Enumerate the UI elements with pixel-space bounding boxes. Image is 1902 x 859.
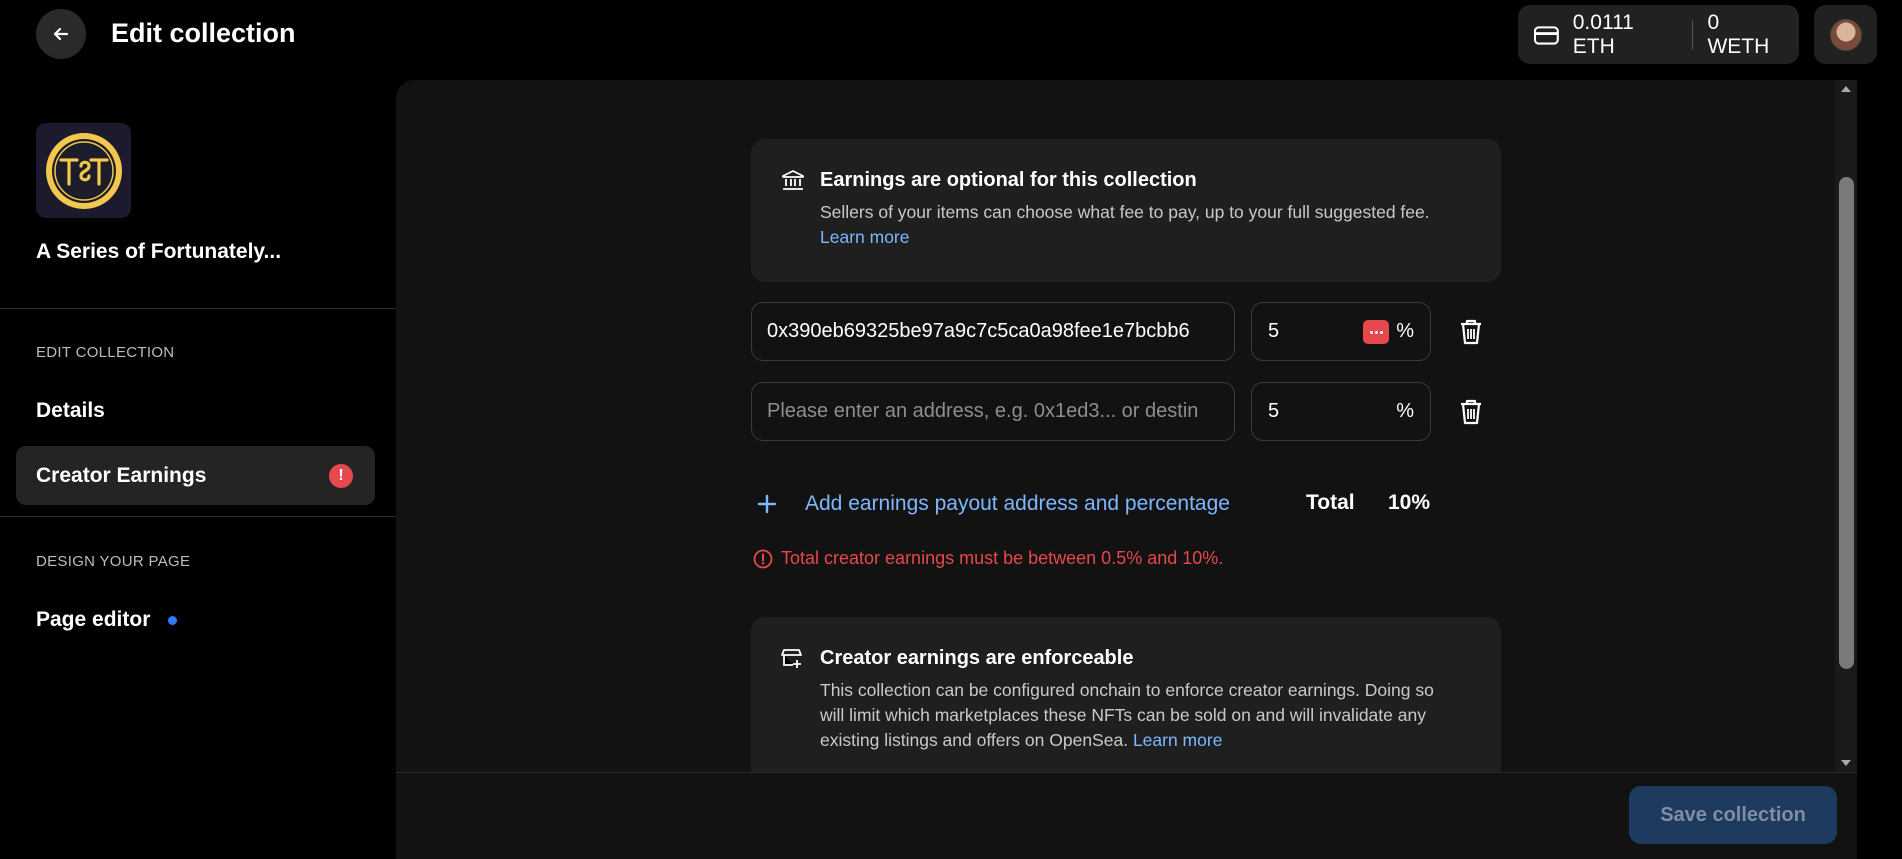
section-edit-collection: EDIT COLLECTION — [36, 344, 175, 361]
percent-sign: % — [1396, 400, 1414, 422]
total-value: 10% — [1388, 491, 1431, 514]
bank-icon — [782, 170, 804, 190]
percent-value: 5 — [1268, 320, 1280, 342]
avatar — [1829, 18, 1862, 51]
earnings-enforceable-card: Creator earnings are enforceable This co… — [751, 617, 1501, 772]
card-body-text: This collection can be configured onchai… — [820, 680, 1434, 750]
card-body: This collection can be configured onchai… — [820, 678, 1460, 753]
weth-balance: 0 WETH — [1707, 10, 1770, 58]
earnings-error: Total creator earnings must be between 0… — [753, 548, 1223, 569]
profile-button[interactable] — [1814, 5, 1877, 64]
sidebar-item-label: Page editor — [36, 608, 151, 631]
card-title: Earnings are optional for this collectio… — [820, 169, 1197, 191]
sidebar-item-label: Creator Earnings — [36, 463, 207, 487]
error-icon — [753, 549, 773, 568]
learn-more-link[interactable]: Learn more — [1133, 730, 1223, 750]
collection-logo-image — [45, 132, 122, 209]
payout-address-input[interactable]: 0x390eb69325be97a9c7c5ca0a98fee1e7bcbb6 — [751, 302, 1235, 361]
scroll-up-arrow-icon[interactable] — [1841, 86, 1851, 92]
earnings-optional-card: Earnings are optional for this collectio… — [751, 139, 1501, 282]
card-title: Creator earnings are enforceable — [820, 647, 1134, 669]
card-body-text: Sellers of your items can choose what fe… — [820, 202, 1430, 222]
eth-balance: 0.0111 ETH — [1572, 10, 1634, 58]
trash-icon[interactable] — [1458, 398, 1484, 426]
sidebar-divider — [0, 516, 396, 517]
total-label: Total — [1306, 491, 1355, 514]
page-title: Edit collection — [111, 18, 296, 48]
sidebar-divider — [0, 308, 396, 309]
footer-bar: Save collection — [396, 772, 1857, 859]
percent-sign: % — [1396, 320, 1414, 342]
scrollbar[interactable] — [1835, 80, 1857, 772]
error-message: Total creator earnings must be between 0… — [781, 548, 1224, 568]
percent-value: 5 — [1268, 400, 1280, 422]
payout-percent-input[interactable]: 5 % — [1251, 382, 1431, 441]
notification-dot — [168, 615, 178, 625]
collection-name: A Series of Fortunately... — [36, 240, 282, 263]
sidebar-item-page-editor[interactable]: Page editor — [36, 608, 178, 632]
add-payout-label: Add earnings payout address and percenta… — [805, 492, 1230, 515]
wallet-icon — [1534, 25, 1559, 45]
password-manager-icon[interactable] — [1363, 320, 1389, 344]
sidebar-item-creator-earnings[interactable]: Creator Earnings ! — [16, 446, 375, 505]
payout-percent-input[interactable]: 5 % — [1251, 302, 1431, 361]
wallet-divider — [1691, 19, 1693, 50]
arrow-left-icon — [53, 27, 69, 41]
add-payout-button[interactable]: Add earnings payout address and percenta… — [753, 490, 1230, 518]
collection-logo — [36, 123, 131, 218]
learn-more-link[interactable]: Learn more — [820, 227, 910, 247]
store-icon — [781, 649, 802, 668]
card-body: Sellers of your items can choose what fe… — [820, 200, 1460, 250]
back-button[interactable] — [36, 9, 86, 59]
trash-icon[interactable] — [1458, 318, 1484, 346]
section-design-page: DESIGN YOUR PAGE — [36, 553, 191, 570]
plus-icon — [757, 494, 777, 514]
save-collection-button[interactable]: Save collection — [1629, 786, 1837, 844]
sidebar-item-details[interactable]: Details — [36, 399, 105, 423]
wallet-balance[interactable]: 0.0111 ETH 0 WETH — [1518, 5, 1799, 64]
scroll-thumb[interactable] — [1839, 177, 1854, 669]
error-badge: ! — [329, 464, 353, 488]
payout-address-input[interactable]: Please enter an address, e.g. 0x1ed3... … — [751, 382, 1235, 441]
scroll-down-arrow-icon[interactable] — [1841, 760, 1851, 766]
main-panel: Earnings are optional for this collectio… — [396, 80, 1857, 859]
